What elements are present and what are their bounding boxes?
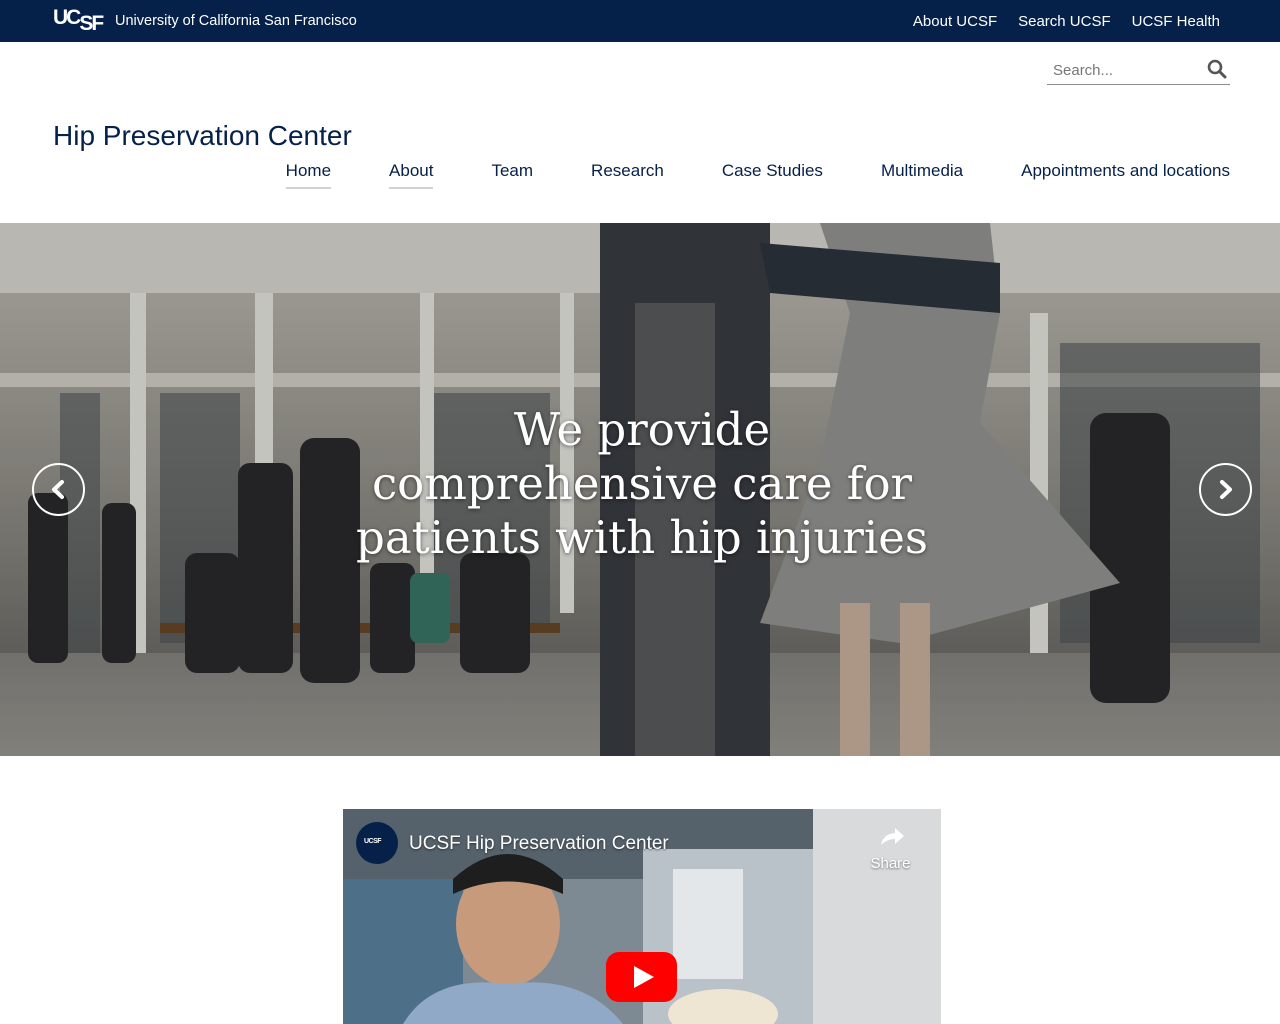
nav-item-home[interactable]: Home: [285, 161, 332, 189]
search-input[interactable]: [1053, 59, 1203, 81]
search-button[interactable]: [1206, 58, 1230, 80]
share-arrow-icon: [881, 828, 904, 845]
nav-item-appointments[interactable]: Appointments and locations: [1021, 161, 1230, 189]
top-bar: UCSF University of California San Franci…: [0, 0, 1280, 42]
ucsf-logo[interactable]: UCSF: [53, 6, 104, 35]
chevron-left-icon: [52, 480, 64, 499]
channel-avatar[interactable]: UCSF: [356, 822, 398, 864]
magnifier-icon: [1207, 59, 1227, 79]
site-title[interactable]: Hip Preservation Center: [53, 120, 352, 152]
search-ucsf-link[interactable]: Search UCSF: [1018, 13, 1111, 30]
site-search: [1047, 56, 1230, 85]
nav-item-about[interactable]: About: [389, 161, 434, 189]
nav-item-research[interactable]: Research: [591, 161, 664, 189]
youtube-video-embed[interactable]: UCSF UCSF Hip Preservation Center Share: [343, 809, 941, 1024]
youtube-play-icon: [606, 952, 677, 1002]
ucsf-health-link[interactable]: UCSF Health: [1132, 13, 1220, 30]
hero-carousel: We provide comprehensive care for patien…: [0, 223, 1280, 756]
share-label: Share: [870, 855, 911, 872]
play-button[interactable]: [605, 951, 678, 1003]
utility-links: About UCSF Search UCSF UCSF Health: [913, 13, 1220, 30]
university-name-link[interactable]: University of California San Francisco: [115, 13, 357, 29]
nav-item-case-studies[interactable]: Case Studies: [722, 161, 823, 189]
channel-logo-text: UCSF: [364, 838, 382, 845]
video-title[interactable]: UCSF Hip Preservation Center: [409, 833, 669, 855]
nav-item-multimedia[interactable]: Multimedia: [881, 161, 963, 189]
carousel-prev-button[interactable]: [32, 463, 85, 516]
chevron-right-icon: [1220, 480, 1232, 499]
main-navigation: Home About Team Research Case Studies Mu…: [228, 161, 1230, 189]
hero-caption: We provide comprehensive care for patien…: [356, 403, 928, 564]
about-ucsf-link[interactable]: About UCSF: [913, 13, 997, 30]
ucsf-logo-text: UCSF: [53, 6, 104, 35]
nav-item-team[interactable]: Team: [491, 161, 533, 189]
share-button[interactable]: Share: [863, 821, 918, 877]
carousel-next-button[interactable]: [1199, 463, 1252, 516]
